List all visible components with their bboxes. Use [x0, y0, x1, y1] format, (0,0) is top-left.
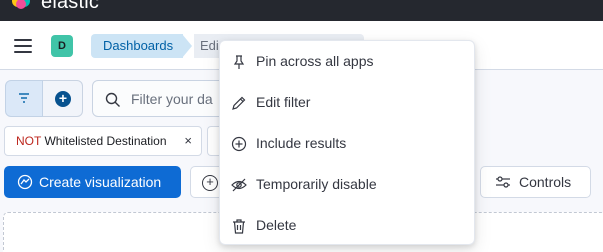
controls-icon	[496, 176, 510, 188]
filter-context-menu: Pin across all apps Edit filter Include …	[219, 40, 475, 245]
hamburger-icon-line	[14, 45, 32, 47]
global-header: elastic	[0, 0, 603, 21]
trash-icon	[233, 219, 245, 234]
search-icon	[105, 92, 120, 107]
create-visualization-button[interactable]: Create visualization	[4, 166, 181, 198]
menu-item-label: Pin across all apps	[256, 53, 374, 69]
hamburger-icon-line	[14, 51, 32, 53]
menu-item-edit-filter[interactable]: Edit filter	[220, 84, 476, 121]
breadcrumb-separator	[182, 34, 192, 58]
filter-pill[interactable]: NOT Whitelisted Destination ×	[4, 126, 202, 156]
plus-circle-icon	[231, 136, 247, 152]
filter-negation-label: NOT	[16, 134, 42, 148]
brand-wordmark: elastic	[41, 0, 100, 13]
menu-item-temporarily-disable[interactable]: Temporarily disable	[220, 166, 476, 203]
hamburger-icon	[14, 39, 32, 41]
create-visualization-label: Create visualization	[39, 174, 162, 190]
elastic-logo-icon[interactable]	[11, 0, 31, 11]
add-filter-button[interactable]: +	[43, 80, 83, 117]
menu-item-label: Edit filter	[256, 94, 311, 110]
breadcrumb-dashboards[interactable]: Dashboards	[91, 34, 184, 58]
menu-toggle-button[interactable]	[14, 39, 32, 53]
plus-circle-icon: +	[55, 91, 71, 107]
filter-icon	[19, 93, 29, 103]
close-icon[interactable]: ×	[184, 127, 192, 155]
menu-item-label: Delete	[256, 217, 297, 233]
menu-item-delete[interactable]: Delete	[220, 207, 476, 244]
menu-item-label: Include results	[256, 135, 347, 151]
controls-label: Controls	[519, 174, 572, 190]
menu-item-label: Temporarily disable	[256, 176, 377, 192]
pin-icon	[233, 55, 245, 69]
menu-item-pin-across-apps[interactable]: Pin across all apps	[220, 43, 476, 80]
eye-closed-icon	[231, 178, 247, 192]
controls-button[interactable]: Controls	[480, 166, 591, 198]
menu-item-include-results[interactable]: Include results	[220, 125, 476, 162]
visualize-app-icon	[17, 174, 33, 190]
filter-menu-button[interactable]	[5, 80, 43, 117]
pencil-icon	[232, 96, 246, 110]
space-avatar[interactable]: D	[51, 35, 73, 57]
filter-pill-label: Whitelisted Destination	[44, 134, 167, 148]
plus-circle-icon: +	[202, 175, 218, 191]
